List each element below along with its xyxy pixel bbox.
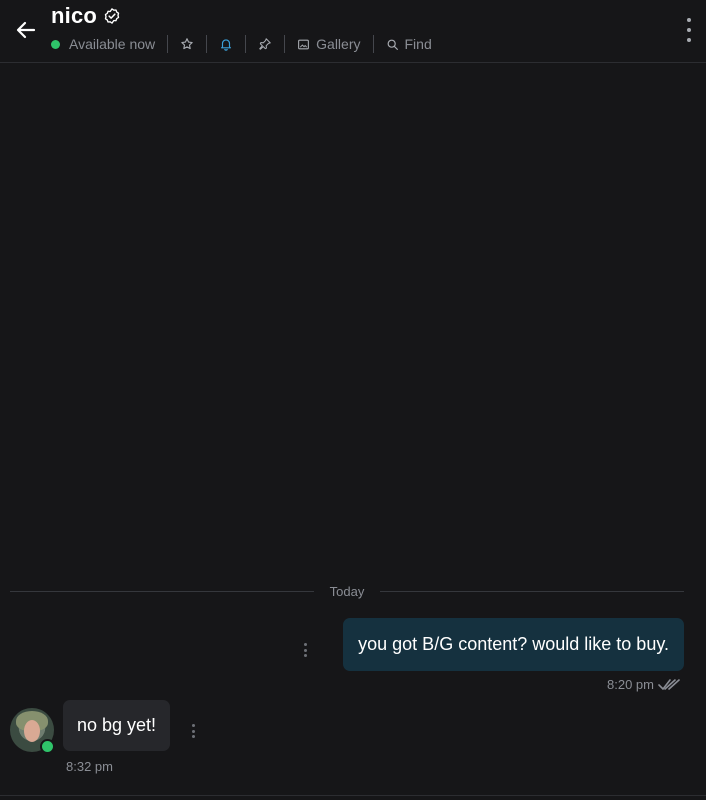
incoming-message-bubble[interactable]: no bg yet! xyxy=(63,700,171,751)
composer-divider xyxy=(0,795,706,796)
verified-badge-icon xyxy=(103,7,121,25)
image-icon xyxy=(298,39,310,49)
message-time: 8:20 pm xyxy=(607,677,654,692)
outgoing-message-options-button[interactable] xyxy=(303,643,307,657)
pin-button[interactable] xyxy=(258,37,272,51)
incoming-message-options-button[interactable] xyxy=(191,724,195,738)
search-icon xyxy=(387,39,398,50)
chat-header: nico Available now Gallery Find xyxy=(0,0,706,63)
separator xyxy=(284,35,286,53)
star-icon xyxy=(181,38,193,50)
date-divider-label: Today xyxy=(329,583,365,599)
more-vertical-icon xyxy=(687,18,691,22)
outgoing-message-meta: 8:20 pm xyxy=(607,677,680,692)
gallery-button[interactable]: Gallery xyxy=(297,36,361,52)
contact-meta-bar: Available now Gallery Find xyxy=(51,34,432,54)
more-vertical-icon xyxy=(191,724,195,727)
date-divider: Today xyxy=(10,582,685,600)
availability-status: Available now xyxy=(69,36,156,52)
online-status-dot xyxy=(51,39,60,49)
separator xyxy=(245,35,247,53)
contact-name[interactable]: nico xyxy=(51,3,97,29)
find-button[interactable]: Find xyxy=(386,36,432,52)
bell-icon xyxy=(221,39,232,51)
separator xyxy=(167,35,169,53)
message-time: 8:32 pm xyxy=(66,759,113,774)
gallery-label: Gallery xyxy=(316,36,361,52)
outgoing-message-bubble: you got B/G content? would like to buy. xyxy=(343,618,684,671)
more-options-button[interactable] xyxy=(684,18,694,42)
arrow-left-icon xyxy=(16,21,36,39)
back-button[interactable] xyxy=(12,16,40,44)
separator xyxy=(372,35,374,53)
avatar-online-indicator xyxy=(40,739,55,754)
more-vertical-icon xyxy=(303,643,307,646)
separator xyxy=(206,35,208,53)
find-label: Find xyxy=(404,36,432,52)
outgoing-message[interactable]: you got B/G content? would like to buy. xyxy=(343,618,684,671)
favorite-button[interactable] xyxy=(180,37,194,51)
notifications-button[interactable] xyxy=(219,37,233,51)
contact-title-row: nico xyxy=(51,3,121,29)
double-check-icon xyxy=(658,678,680,690)
pin-icon xyxy=(259,38,271,50)
